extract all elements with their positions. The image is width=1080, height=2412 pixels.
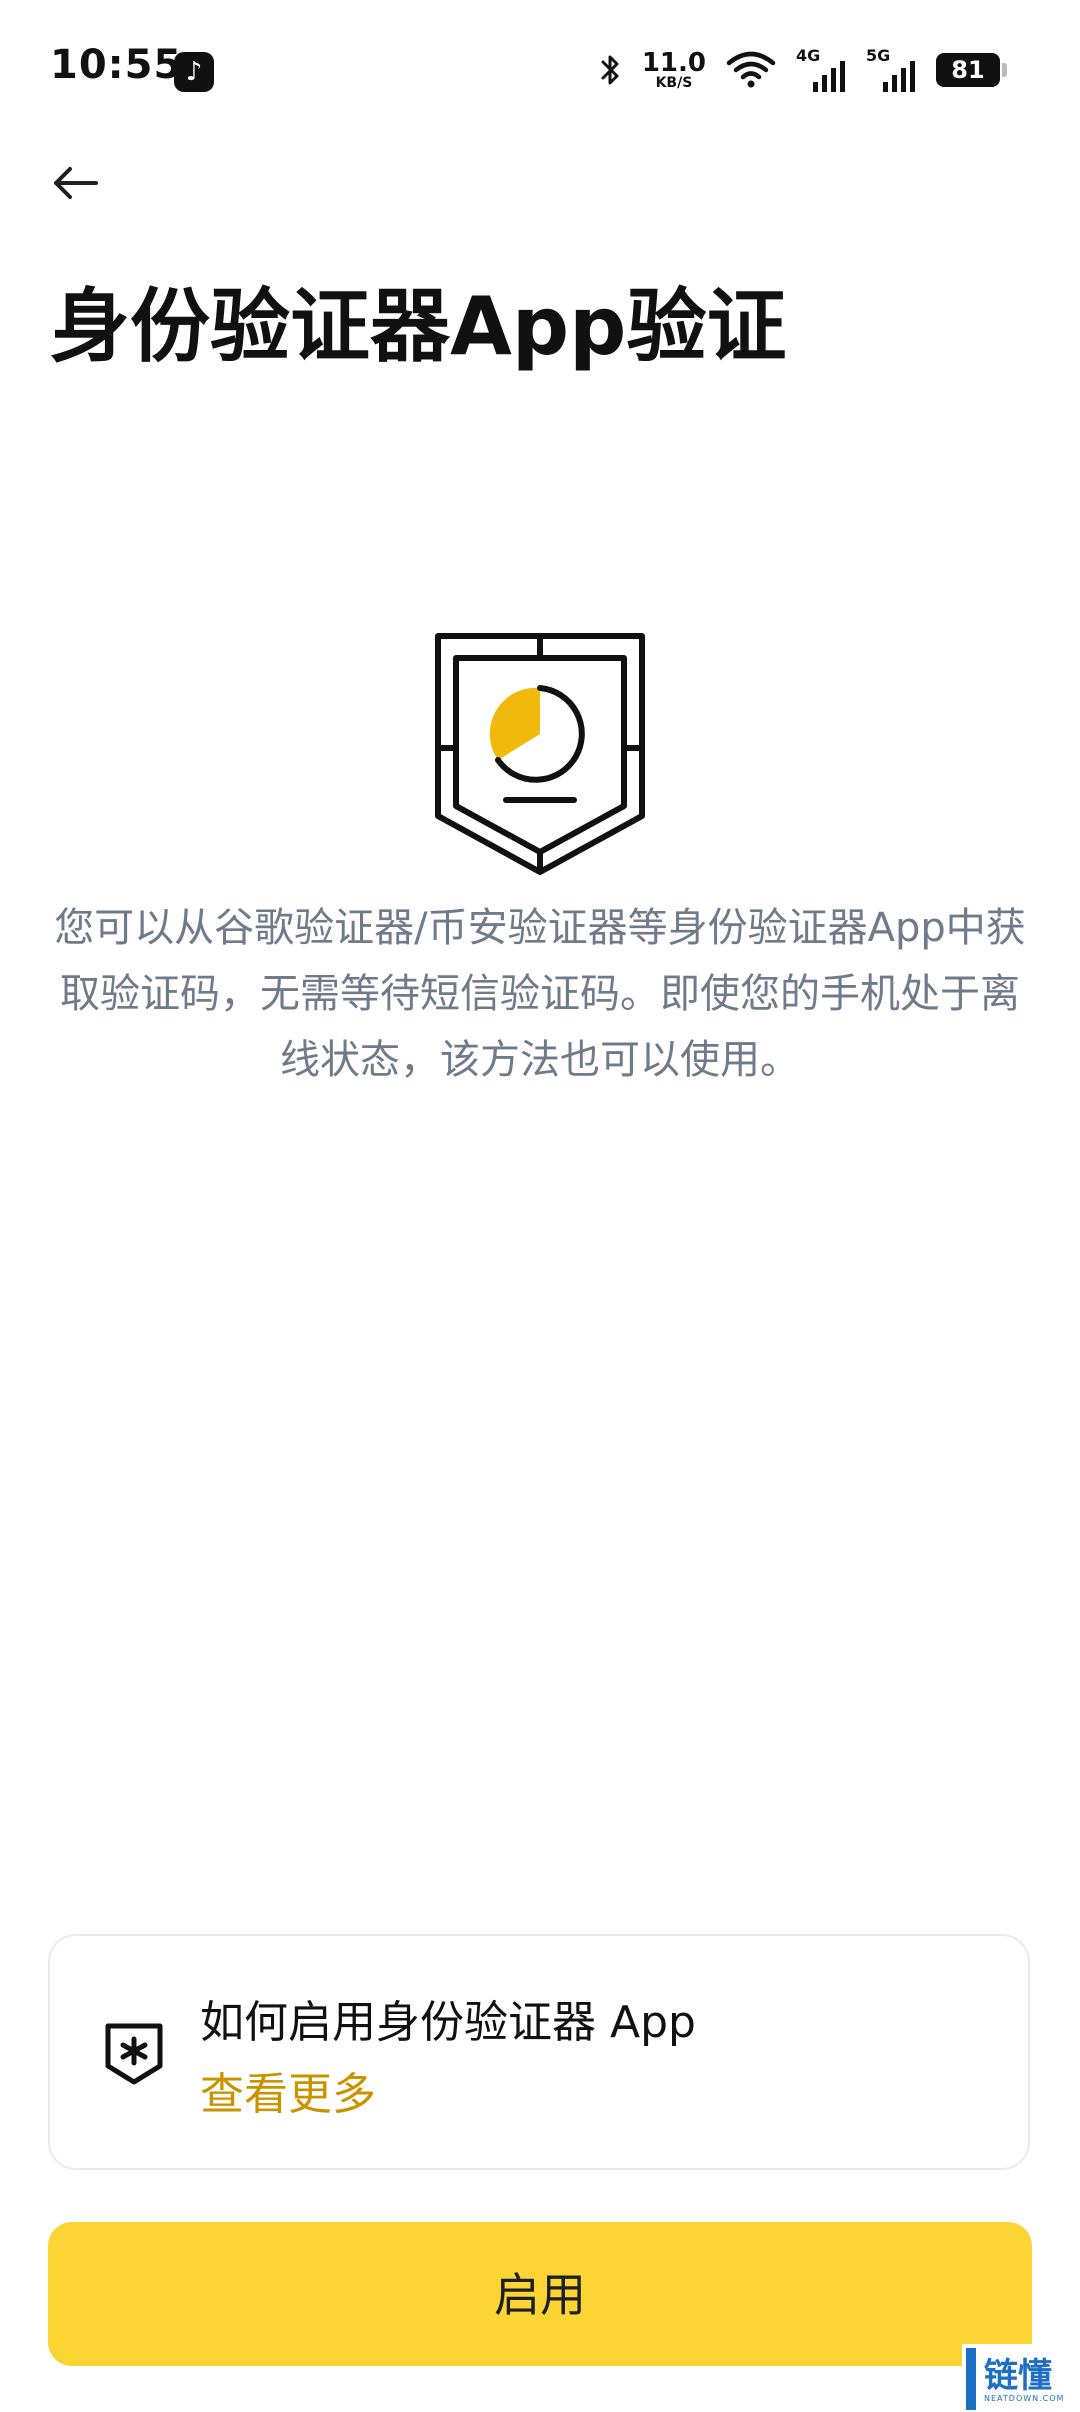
net-speed-value: 11.0 <box>641 48 706 78</box>
tiktok-icon: ♪ <box>174 52 214 92</box>
signal-icon-5g: 5G <box>866 46 916 92</box>
net-speed: 11.0 KB/S <box>642 50 706 90</box>
bluetooth-icon <box>600 52 622 88</box>
arrow-left-icon <box>50 163 100 207</box>
shield-authenticator-icon <box>418 628 662 876</box>
signal-icon-4g: 4G <box>796 46 846 92</box>
how-to-enable-card[interactable]: 如何启用身份验证器 App 查看更多 <box>48 1934 1030 2170</box>
watermark-subtext: NEATDOWN.COM <box>984 2394 1065 2403</box>
shield-asterisk-icon <box>102 2020 166 2088</box>
wifi-icon <box>726 51 776 89</box>
status-time: 10:55 <box>50 42 183 88</box>
enable-button[interactable]: 启用 <box>48 2222 1032 2366</box>
status-icons: 11.0 KB/S 4G 5G 81 <box>600 46 1007 94</box>
watermark-text: 链懂 <box>984 2356 1052 2396</box>
battery-icon: 81 <box>936 53 1007 87</box>
watermark-bar <box>966 2348 976 2410</box>
watermark-logo: 链懂 NEATDOWN.COM <box>962 2344 1080 2412</box>
card-title: 如何启用身份验证器 App <box>200 1997 696 2048</box>
description-text: 您可以从谷歌验证器/币安验证器等身份验证器App中获取验证码，无需等待短信验证码… <box>54 905 1026 1083</box>
back-button[interactable] <box>40 150 110 220</box>
status-bar: 10:55 ♪ 11.0 KB/S 4G 5G 81 <box>0 0 1080 140</box>
net-speed-unit: KB/S <box>655 75 693 91</box>
page-title: 身份验证器App验证 <box>50 280 787 373</box>
see-more-link[interactable]: 查看更多 <box>200 2058 376 2122</box>
